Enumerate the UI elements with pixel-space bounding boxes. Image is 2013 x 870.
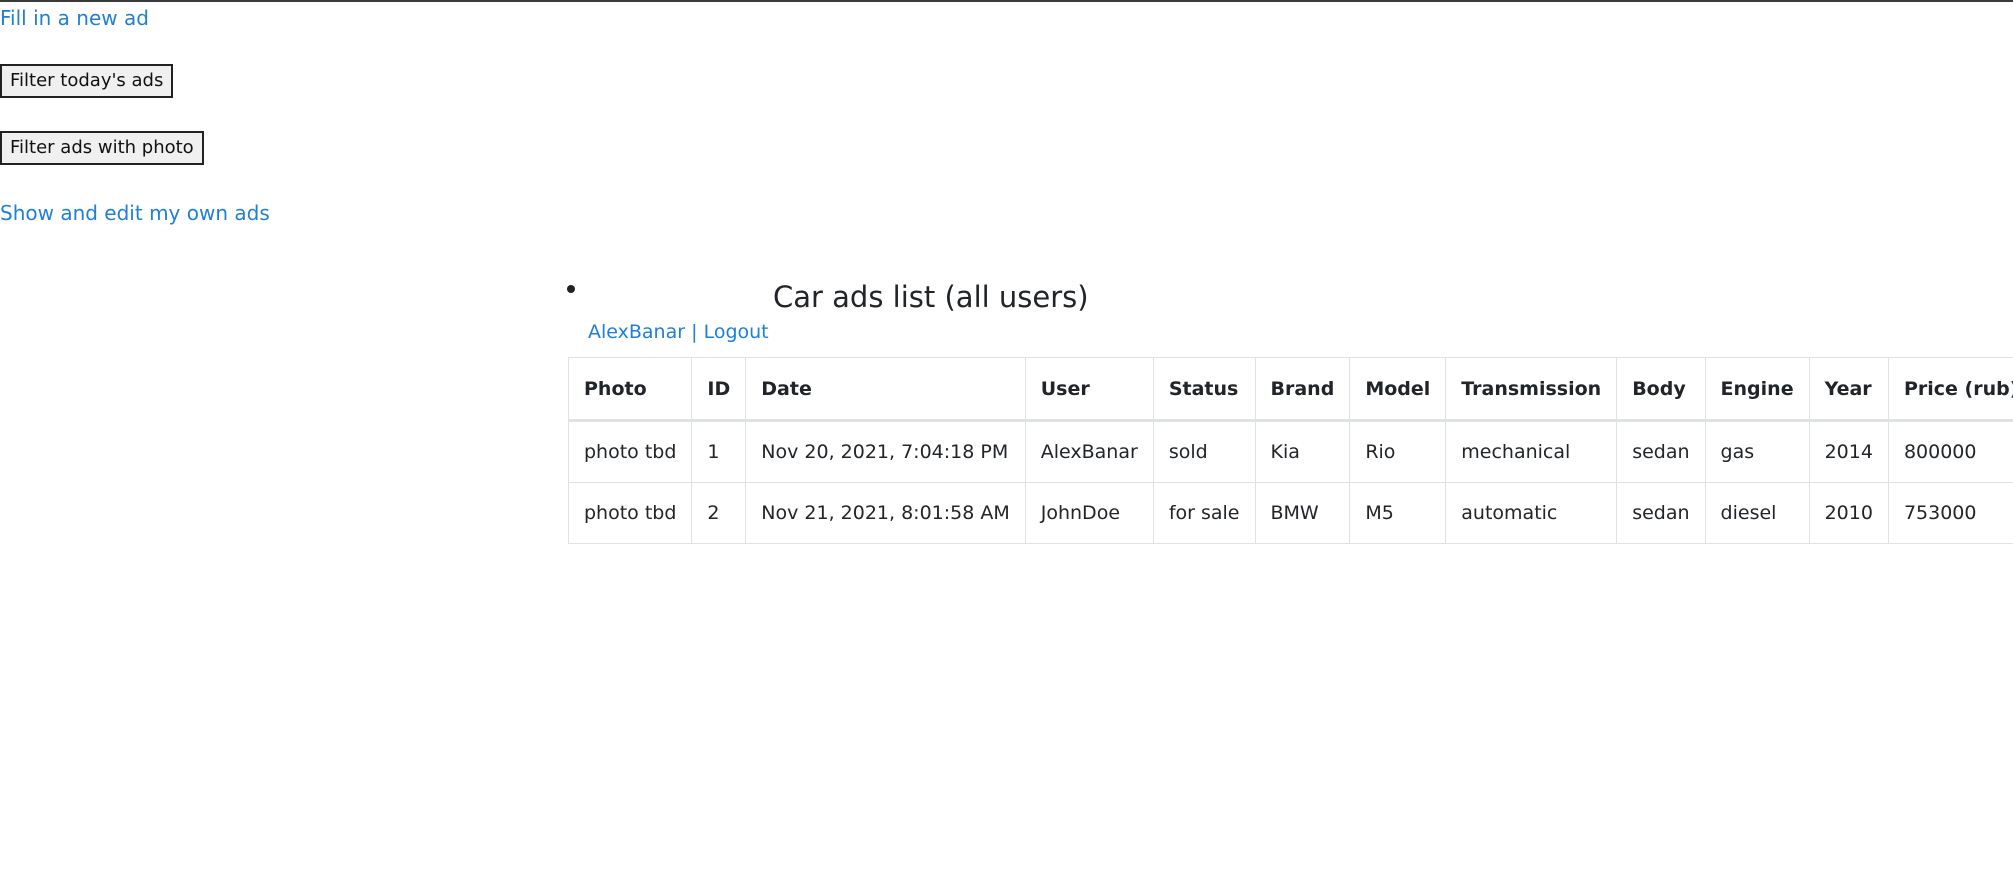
table-row: photo tbd 2 Nov 21, 2021, 8:01:58 AM Joh… [567,482,2013,544]
cell-date: Nov 21, 2021, 8:01:58 AM [745,482,1026,544]
cell-model: M5 [1349,482,1447,544]
col-header-brand: Brand [1254,357,1351,422]
table-header: Photo ID Date User Status Brand Model Tr… [567,357,2013,422]
cell-body: sedan [1616,420,1706,483]
cell-year: 2010 [1808,482,1889,544]
top-border [0,0,2013,2]
col-header-status: Status [1152,357,1256,422]
cell-status: sold [1152,420,1256,483]
col-header-model: Model [1349,357,1447,422]
col-header-price: Price (rub) [1887,357,2013,422]
cell-year: 2014 [1808,420,1889,483]
cell-price: 800000 [1887,420,2013,483]
user-bar: AlexBanar | Logout [588,320,769,344]
cell-id: 2 [691,482,747,544]
header-row: Photo ID Date User Status Brand Model Tr… [567,357,2013,422]
logout-link[interactable]: Logout [704,321,769,343]
cell-engine: diesel [1704,482,1810,544]
user-separator: | [691,321,698,343]
cell-brand: Kia [1254,420,1351,483]
username-link[interactable]: AlexBanar [588,321,685,343]
my-ads-link[interactable]: Show and edit my own ads [0,201,270,225]
filter-today-button[interactable]: Filter today's ads [0,64,174,98]
col-header-engine: Engine [1704,357,1810,422]
list-bullet [567,285,575,293]
car-ads-table: Photo ID Date User Status Brand Model Tr… [567,357,2013,544]
col-header-body: Body [1616,357,1706,422]
cell-model: Rio [1349,420,1447,483]
col-header-date: Date [745,357,1026,422]
cell-photo: photo tbd [567,482,693,544]
filter-photo-button[interactable]: Filter ads with photo [0,131,204,165]
cell-user: JohnDoe [1024,482,1154,544]
col-header-transmission: Transmission [1445,357,1618,422]
fill-new-ad-link[interactable]: Fill in a new ad [0,6,149,30]
cell-id: 1 [691,420,747,483]
cell-user: AlexBanar [1024,420,1154,483]
col-header-year: Year [1808,357,1889,422]
cell-engine: gas [1704,420,1810,483]
cell-body: sedan [1616,482,1706,544]
table-row: photo tbd 1 Nov 20, 2021, 7:04:18 PM Ale… [567,420,2013,483]
cell-photo: photo tbd [567,420,693,483]
table-body: photo tbd 1 Nov 20, 2021, 7:04:18 PM Ale… [567,420,2013,544]
cell-transmission: mechanical [1445,420,1618,483]
col-header-user: User [1024,357,1154,422]
cell-transmission: automatic [1445,482,1618,544]
cell-status: for sale [1152,482,1256,544]
col-header-id: ID [691,357,747,422]
page-title: Car ads list (all users) [773,280,1089,314]
cell-price: 753000 [1887,482,2013,544]
col-header-photo: Photo [567,357,693,422]
cell-brand: BMW [1254,482,1351,544]
cell-date: Nov 20, 2021, 7:04:18 PM [745,420,1026,483]
